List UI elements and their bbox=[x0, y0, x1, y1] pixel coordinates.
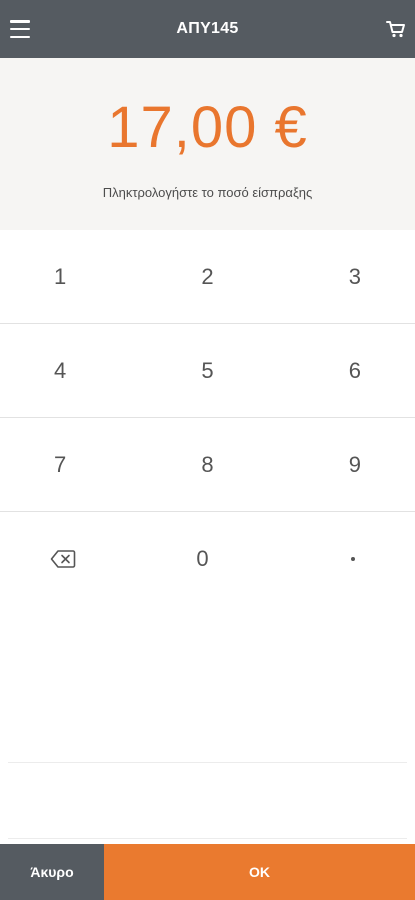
keypad-row: 4 5 6 bbox=[0, 324, 415, 418]
divider bbox=[8, 838, 407, 839]
numeric-keypad: 1 2 3 4 5 6 7 8 9 0 bbox=[0, 230, 415, 606]
key-8[interactable]: 8 bbox=[156, 418, 258, 511]
shopping-cart-icon[interactable] bbox=[385, 18, 407, 40]
amount-display: 17,00 € bbox=[107, 95, 308, 160]
key-6[interactable]: 6 bbox=[259, 324, 415, 417]
decimal-point-key[interactable] bbox=[253, 512, 415, 606]
page-title: ΑΠΥ145 bbox=[176, 20, 239, 37]
key-0[interactable]: 0 bbox=[152, 512, 254, 606]
amount-panel: 17,00 € Πληκτρολογήστε το ποσό είσπραξης bbox=[0, 58, 415, 230]
amount-hint: Πληκτρολογήστε το ποσό είσπραξης bbox=[102, 185, 313, 200]
key-7[interactable]: 7 bbox=[0, 418, 156, 511]
key-5[interactable]: 5 bbox=[156, 324, 258, 417]
decimal-point-icon bbox=[351, 557, 356, 561]
backspace-icon bbox=[50, 550, 76, 568]
divider bbox=[8, 762, 407, 763]
key-9[interactable]: 9 bbox=[259, 418, 415, 511]
hamburger-menu-icon[interactable] bbox=[8, 17, 32, 41]
ok-button[interactable]: OK bbox=[104, 844, 415, 900]
key-1[interactable]: 1 bbox=[0, 230, 156, 323]
keypad-row: 0 bbox=[0, 512, 415, 606]
keypad-row: 1 2 3 bbox=[0, 230, 415, 324]
keypad-row: 7 8 9 bbox=[0, 418, 415, 512]
action-bar: Άκυρο OK bbox=[0, 844, 415, 900]
top-app-bar: ΑΠΥ145 bbox=[0, 0, 415, 58]
key-3[interactable]: 3 bbox=[259, 230, 415, 323]
key-4[interactable]: 4 bbox=[0, 324, 156, 417]
cancel-button[interactable]: Άκυρο bbox=[0, 844, 104, 900]
key-2[interactable]: 2 bbox=[156, 230, 258, 323]
backspace-key[interactable] bbox=[0, 512, 152, 606]
